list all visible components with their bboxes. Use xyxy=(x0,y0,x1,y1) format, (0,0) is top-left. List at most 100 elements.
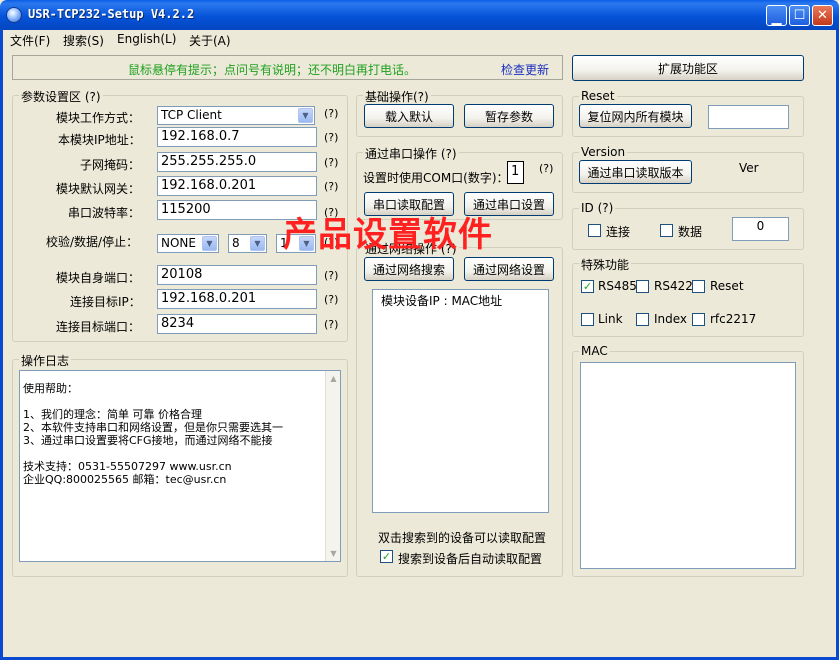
window-title: USR-TCP232-Setup V4.2.2 xyxy=(28,7,195,21)
gateway-label: 模块默认网关： xyxy=(56,182,141,196)
device-list[interactable]: 模块设备IP : MAC地址 xyxy=(372,289,549,513)
title-bar: USR-TCP232-Setup V4.2.2 ▁ ☐ ✕ xyxy=(0,0,839,30)
reset-label: Reset xyxy=(710,279,744,293)
ip-label: 本模块IP地址： xyxy=(58,133,141,147)
data-bits-value: 8 xyxy=(232,236,240,250)
log-line: 3、通过串口设置要将CFG接地，而通过网络不能接 xyxy=(23,434,273,447)
minimize-icon: ▁ xyxy=(771,11,782,26)
data-checkbox[interactable] xyxy=(660,224,673,237)
auto-read-label: 搜索到设备后自动读取配置 xyxy=(398,552,543,566)
help-ip[interactable]: (?) xyxy=(324,131,338,144)
gateway-field[interactable]: 192.168.0.201 xyxy=(157,176,317,196)
help-com-port[interactable]: (?) xyxy=(539,162,553,175)
index-checkbox[interactable] xyxy=(636,313,649,326)
menu-about[interactable]: 关于(A) xyxy=(189,32,231,49)
reset-legend: Reset xyxy=(579,89,617,103)
help-gateway[interactable]: (?) xyxy=(324,180,338,193)
data-bits-select[interactable]: 8 ▼ xyxy=(228,234,267,253)
help-mask[interactable]: (?) xyxy=(324,156,338,169)
help-local-port[interactable]: (?) xyxy=(324,269,338,282)
auto-read-checkbox[interactable]: ✓ xyxy=(380,550,393,563)
watermark-text: 产品设置软件 xyxy=(283,215,493,255)
rs422-label: RS422 xyxy=(654,279,693,293)
index-label: Index xyxy=(654,312,688,326)
log-legend: 操作日志 xyxy=(19,352,72,369)
network-setup-button[interactable]: 通过网络设置 xyxy=(464,257,554,281)
rs485-checkbox[interactable]: ✓ xyxy=(581,280,594,293)
help-target-port[interactable]: (?) xyxy=(324,318,338,331)
connect-checkbox[interactable] xyxy=(588,224,601,237)
target-port-label: 连接目标端口： xyxy=(56,320,141,334)
baud-label: 串口波特率： xyxy=(68,206,141,220)
maximize-button[interactable]: ☐ xyxy=(789,5,810,26)
version-value: Ver xyxy=(739,161,759,175)
reset-value-field[interactable] xyxy=(708,105,789,129)
log-line: 使用帮助： xyxy=(23,382,78,395)
extension-area-button[interactable]: 扩展功能区 xyxy=(572,55,804,81)
com-port-label: 设置时使用COM口(数字)： xyxy=(363,171,509,185)
parity-select[interactable]: NONE ▼ xyxy=(157,234,219,253)
hint-text: 鼠标悬停有提示；点问号有说明；还不明白再打电话。 xyxy=(128,63,417,77)
load-default-button[interactable]: 载入默认 xyxy=(364,104,454,128)
params-legend: 参数设置区 (?) xyxy=(19,88,103,105)
app-icon xyxy=(6,7,22,23)
log-textarea[interactable]: 使用帮助： 1、我们的理念：简单 可靠 价格合理 2、本软件支持串口和网络设置，… xyxy=(19,370,341,562)
target-ip-field[interactable]: 192.168.0.201 xyxy=(157,289,317,309)
maximize-icon: ☐ xyxy=(793,8,806,23)
ip-field[interactable]: 192.168.0.7 xyxy=(157,127,317,147)
log-line: 2、本软件支持串口和网络设置，但是你只需要选其一 xyxy=(23,421,283,434)
work-mode-select[interactable]: TCP Client ▼ xyxy=(157,106,315,125)
reset-checkbox[interactable] xyxy=(692,280,705,293)
serial-legend: 通过串口操作 (?) xyxy=(363,145,459,162)
parity-value: NONE xyxy=(161,236,196,250)
mask-field[interactable]: 255.255.255.0 xyxy=(157,152,317,172)
window-frame-left xyxy=(0,30,3,660)
data-label: 数据 xyxy=(678,225,703,239)
basic-legend: 基础操作(?) xyxy=(363,88,431,105)
reset-all-button[interactable]: 复位网内所有模块 xyxy=(579,104,692,128)
link-checkbox[interactable] xyxy=(581,313,594,326)
rfc2217-checkbox[interactable] xyxy=(692,313,705,326)
network-search-button[interactable]: 通过网络搜索 xyxy=(364,257,454,281)
id-value-field[interactable]: 0 xyxy=(732,217,789,241)
menu-english[interactable]: English(L) xyxy=(117,32,176,46)
minimize-button[interactable]: ▁ xyxy=(766,5,787,26)
id-legend: ID (?) xyxy=(579,201,616,215)
rfc2217-label: rfc2217 xyxy=(710,312,757,326)
scroll-down-icon[interactable]: ▼ xyxy=(326,546,341,561)
connect-label: 连接 xyxy=(606,225,631,239)
version-legend: Version xyxy=(579,145,628,159)
double-click-hint: 双击搜索到的设备可以读取配置 xyxy=(378,531,547,545)
read-version-button[interactable]: 通过串口读取版本 xyxy=(579,160,692,184)
scroll-up-icon[interactable]: ▲ xyxy=(326,371,341,386)
local-port-field[interactable]: 20108 xyxy=(157,265,317,285)
chevron-down-icon: ▼ xyxy=(298,108,313,123)
special-legend: 特殊功能 xyxy=(579,256,632,273)
chevron-down-icon: ▼ xyxy=(250,236,265,251)
log-scrollbar[interactable]: ▲ ▼ xyxy=(325,371,340,561)
link-label: Link xyxy=(598,312,623,326)
rs485-label: RS485 xyxy=(598,279,637,293)
com-port-field[interactable]: 1 xyxy=(507,161,524,184)
log-line: 技术支持：0531-55507297 www.usr.cn xyxy=(23,460,232,473)
mac-textbox[interactable] xyxy=(580,362,796,569)
chevron-down-icon: ▼ xyxy=(202,236,217,251)
check-update-link[interactable]: 检查更新 xyxy=(501,61,549,78)
close-icon: ✕ xyxy=(817,8,828,23)
close-button[interactable]: ✕ xyxy=(812,5,833,26)
log-line: 企业QQ:800025565 邮箱：tec@usr.cn xyxy=(23,473,227,486)
help-target-ip[interactable]: (?) xyxy=(324,293,338,306)
mac-legend: MAC xyxy=(579,344,610,358)
hint-bar: 鼠标悬停有提示；点问号有说明；还不明白再打电话。 检查更新 xyxy=(12,55,563,80)
target-port-field[interactable]: 8234 xyxy=(157,314,317,334)
parity-label: 校验/数据/停止： xyxy=(46,235,139,249)
target-ip-label: 连接目标IP： xyxy=(70,295,141,309)
menu-file[interactable]: 文件(F) xyxy=(10,32,50,49)
help-work-mode[interactable]: (?) xyxy=(324,107,338,120)
work-mode-value: TCP Client xyxy=(161,108,222,122)
menu-search[interactable]: 搜索(S) xyxy=(63,32,104,49)
local-port-label: 模块自身端口： xyxy=(56,271,141,285)
save-params-button[interactable]: 暂存参数 xyxy=(464,104,554,128)
mask-label: 子网掩码： xyxy=(80,158,141,172)
rs422-checkbox[interactable] xyxy=(636,280,649,293)
